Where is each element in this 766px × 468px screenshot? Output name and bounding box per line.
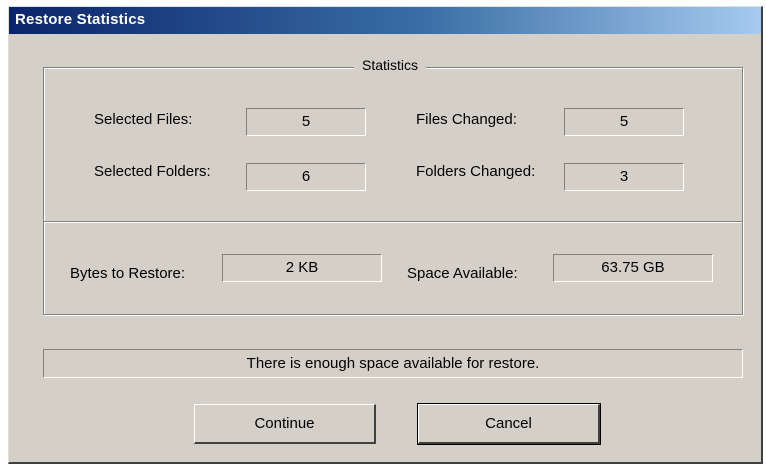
selected-folders-value: 6 (246, 163, 366, 191)
cancel-button[interactable]: Cancel (417, 403, 601, 445)
bytes-to-restore-label: Bytes to Restore: (70, 265, 186, 282)
group-divider (44, 221, 742, 223)
files-changed-label: Files Changed: (416, 111, 517, 128)
statistics-group-legend: Statistics (354, 57, 427, 73)
selected-folders-label: Selected Folders: (94, 163, 211, 180)
status-message: There is enough space available for rest… (43, 349, 743, 378)
statistics-group: Statistics Selected Files: 5 Files Chang… (43, 57, 743, 315)
space-available-label: Space Available: (407, 265, 518, 282)
title-bar[interactable]: Restore Statistics (9, 7, 761, 34)
bytes-to-restore-value: 2 KB (222, 254, 382, 282)
folders-changed-value: 3 (564, 163, 684, 191)
files-changed-value: 5 (564, 108, 684, 136)
restore-statistics-dialog: Restore Statistics Statistics Selected F… (8, 6, 763, 464)
continue-button[interactable]: Continue (194, 404, 376, 444)
selected-files-label: Selected Files: (94, 111, 193, 128)
space-available-value: 63.75 GB (553, 254, 713, 282)
selected-files-value: 5 (246, 108, 366, 136)
folders-changed-label: Folders Changed: (416, 163, 536, 180)
window-title: Restore Statistics (15, 11, 146, 28)
